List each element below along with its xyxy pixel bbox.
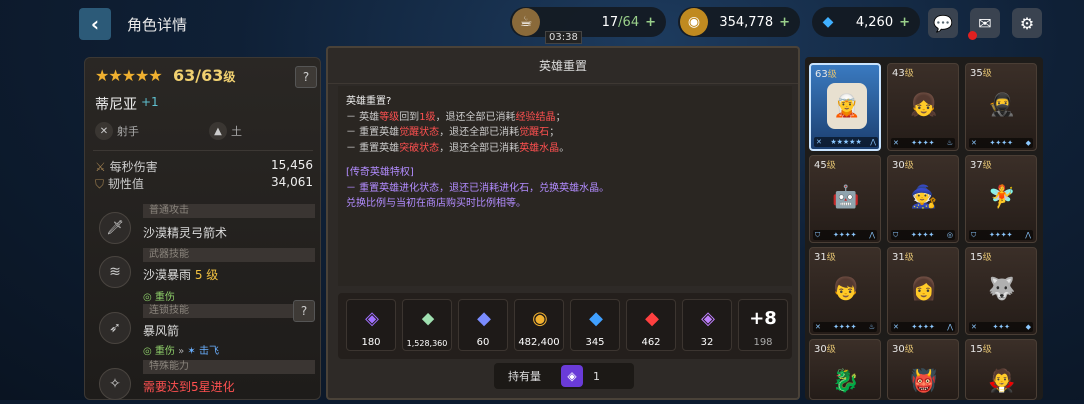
stat-toughness: ⛉ 韧性值 34,061 xyxy=(95,175,313,191)
hero-portrait: 👧 xyxy=(910,92,938,118)
hero-portrait: 🧙 xyxy=(910,184,938,210)
sword-icon: 🗡 xyxy=(99,212,131,244)
gold-coin-icon: ◉ xyxy=(532,307,548,329)
page-title: 角色详情 xyxy=(127,16,188,34)
refund-item[interactable]: ◆ 462 xyxy=(626,299,676,351)
hero-card[interactable]: 30级 🐉 xyxy=(809,339,881,400)
top-bar: ‹ 角色详情 ☕ 17/64 + 03:38 ◉ 354,778 + ◆ 4,260… xyxy=(0,0,1084,50)
hero-card[interactable]: 31级 👦 ✕ ✦✦✦✦ ♨ xyxy=(809,247,881,335)
hero-card[interactable]: 37级 🧚 ⛉ ✦✦✦✦ ⋀ xyxy=(965,155,1037,243)
hero-card[interactable]: 45级 🤖 ⛉ ✦✦✦✦ ⋀ xyxy=(809,155,881,243)
red-gem-icon: ◆ xyxy=(645,307,659,329)
refund-item[interactable]: ⬥ 1,528,360 xyxy=(402,299,452,351)
reset-description: 英雄重置? － 英雄等级回到1级，退还全部已消耗经验结晶； － 重置英雄觉醒状态… xyxy=(338,86,792,286)
reset-token-icon: ◈ xyxy=(561,365,583,387)
hero-name: 蒂尼亚 xyxy=(95,97,137,113)
more-items-button[interactable]: +8 198 xyxy=(738,299,788,351)
refund-item[interactable]: ◈ 180 xyxy=(346,299,396,351)
hero-card[interactable]: 15级 🐺 ✕ ✦✦✦ ◆ xyxy=(965,247,1037,335)
hero-plus: +1 xyxy=(141,95,159,109)
gold-coin-icon: ◉ xyxy=(680,8,708,36)
hero-card[interactable]: 63级 🧝 ✕ ★★★★★ ⋀ xyxy=(809,63,881,151)
stat-dps: ⚔ 每秒伤害 15,456 xyxy=(95,158,313,174)
gold-value: 354,778 xyxy=(719,14,774,30)
stamina-value: 17 xyxy=(601,14,619,30)
purple-crystal-icon: ◈ xyxy=(365,307,379,329)
refund-item[interactable]: ◆ 345 xyxy=(570,299,620,351)
gear-icon: ⚙ xyxy=(1019,13,1035,33)
rainbow-gem-icon: ◈ xyxy=(701,307,715,329)
swords-icon: ⚔ xyxy=(95,160,106,174)
hero-card[interactable]: 30级 🧙 ⛉ ✦✦✦✦ ◎ xyxy=(887,155,959,243)
hero-card[interactable]: 30级 👹 xyxy=(887,339,959,400)
hero-roster: 63级 🧝 ✕ ★★★★★ ⋀ 43级 👧 ✕ ✦✦✦✦ ♨ 35级 🥷 ✕ ✦✦✦✦ ◆ 45级 🤖 ⛉ ✦… xyxy=(805,57,1043,400)
gem-value: 4,260 xyxy=(855,14,894,30)
refund-items: ◈ 180 ⬥ 1,528,360 ◆ 60 ◉ 482,400 ◆ 345 ◆ 462 ◈… xyxy=(338,293,792,359)
gold-counter[interactable]: ◉ 354,778 + xyxy=(678,7,800,37)
refund-item[interactable]: ◆ 60 xyxy=(458,299,508,351)
owned-count-bar: 持有量 ◈ 1 xyxy=(494,363,634,389)
chain-help-button[interactable]: ? xyxy=(293,300,315,322)
settings-button[interactable]: ⚙ xyxy=(1012,8,1042,38)
hero-portrait: 🤖 xyxy=(832,184,860,210)
star-rating: ★★★★★ xyxy=(95,66,163,85)
gem-counter[interactable]: ◆ 4,260 + xyxy=(812,7,920,37)
refund-item[interactable]: ◈ 32 xyxy=(682,299,732,351)
gold-plus-button[interactable]: + xyxy=(779,15,790,30)
mail-icon: ✉ xyxy=(978,13,992,33)
green-crystal-icon: ⬥ xyxy=(421,307,435,329)
special-ability-icon: ✧ xyxy=(99,368,131,400)
arrow-rain-icon: ≋ xyxy=(99,256,131,288)
hero-card[interactable]: 15级 🧛 xyxy=(965,339,1037,400)
stamina-counter[interactable]: ☕ 17/64 + xyxy=(510,7,666,37)
shield-icon: ⛉ xyxy=(95,177,105,191)
hero-level: 63/63级 xyxy=(173,66,236,85)
hero-portrait: 🐺 xyxy=(988,276,1016,302)
chat-button[interactable]: 💬 xyxy=(928,8,958,38)
dialog-title: 英雄重置 xyxy=(328,48,798,84)
hero-portrait: 🧚 xyxy=(988,184,1016,210)
blue-gem-icon: ◆ xyxy=(589,307,603,329)
hero-portrait: 🐉 xyxy=(832,368,860,394)
refund-item[interactable]: ◉ 482,400 xyxy=(514,299,564,351)
wind-arrow-icon: ➶ xyxy=(99,312,131,344)
hero-portrait: 👹 xyxy=(910,368,938,394)
chevron-left-icon: ‹ xyxy=(90,12,100,36)
stamina-timer: 03:38 xyxy=(545,31,582,44)
blue-purple-gem-icon: ◆ xyxy=(477,307,491,329)
coffee-icon: ☕ xyxy=(512,8,540,36)
hero-card[interactable]: 43级 👧 ✕ ✦✦✦✦ ♨ xyxy=(887,63,959,151)
diamond-icon: ◆ xyxy=(822,14,834,30)
chat-icon: 💬 xyxy=(933,13,953,33)
archer-icon: ✕ xyxy=(95,122,113,140)
gem-plus-button[interactable]: + xyxy=(899,15,910,30)
mail-button[interactable]: ✉ xyxy=(968,8,1000,40)
hero-card[interactable]: 35级 🥷 ✕ ✦✦✦✦ ◆ xyxy=(965,63,1037,151)
hero-portrait: 🧛 xyxy=(988,368,1016,394)
notification-dot xyxy=(968,31,977,40)
hero-card[interactable]: 31级 👩 ✕ ✦✦✦✦ ⋀ xyxy=(887,247,959,335)
class-attribute: ✕ 射手 xyxy=(95,122,139,140)
hero-portrait: 🧝 xyxy=(827,83,867,129)
stamina-plus-button[interactable]: + xyxy=(645,15,656,30)
element-attribute: ▲ 土 xyxy=(209,122,242,140)
help-button[interactable]: ? xyxy=(295,66,317,88)
hero-reset-dialog: 英雄重置 英雄重置? － 英雄等级回到1级，退还全部已消耗经验结晶； － 重置英… xyxy=(326,46,800,400)
stamina-max: /64 xyxy=(618,14,640,30)
hero-portrait: 👩 xyxy=(910,276,938,302)
hero-portrait: 🥷 xyxy=(988,92,1016,118)
back-button[interactable]: ‹ xyxy=(79,8,111,40)
earth-icon: ▲ xyxy=(209,122,227,140)
hero-info-panel: ★★★★★ 63/63级 ? 蒂尼亚 +1 ✕ 射手 ▲ 土 ⚔ 每秒伤害 15,45… xyxy=(84,57,321,400)
hero-portrait: 👦 xyxy=(832,276,860,302)
